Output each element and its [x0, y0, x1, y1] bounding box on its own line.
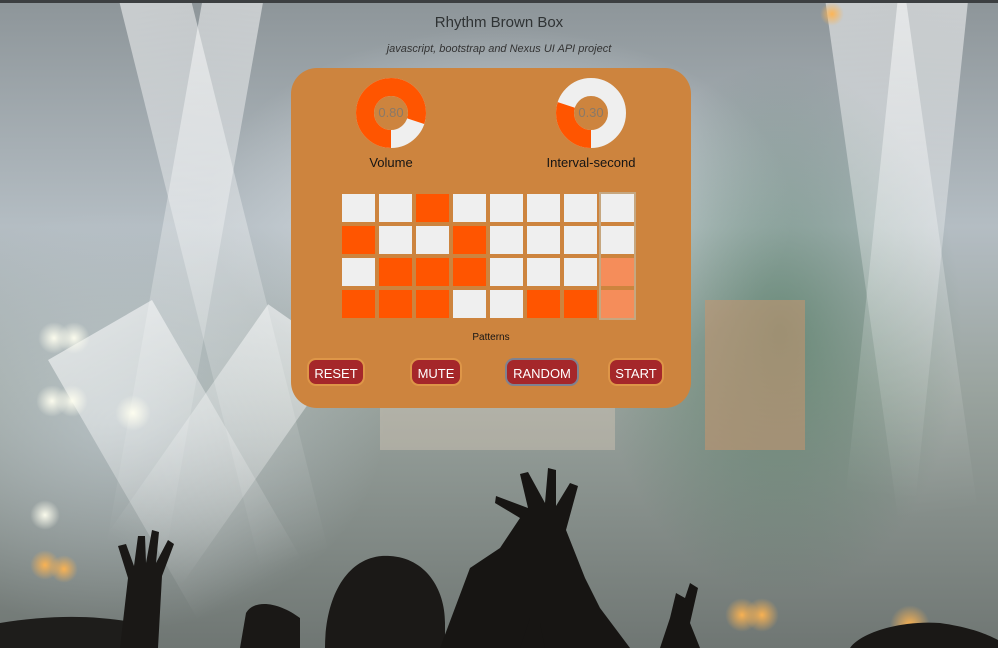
start-button[interactable]: START [608, 358, 664, 386]
mute-button[interactable]: MUTE [410, 358, 462, 386]
pattern-cell[interactable] [490, 290, 523, 318]
volume-value: 0.80 [378, 105, 404, 120]
pattern-cell[interactable] [342, 226, 375, 254]
pattern-cell[interactable] [490, 194, 523, 222]
playhead-column-highlight [599, 192, 636, 320]
pattern-cell[interactable] [453, 290, 486, 318]
pattern-cell[interactable] [416, 258, 449, 286]
pattern-cell[interactable] [527, 258, 560, 286]
pattern-cell[interactable] [416, 290, 449, 318]
pattern-cell[interactable] [379, 226, 412, 254]
volume-label: Volume [369, 155, 413, 170]
pattern-cell[interactable] [453, 258, 486, 286]
interval-dial[interactable]: 0.30 [555, 77, 627, 149]
pattern-cell[interactable] [490, 226, 523, 254]
patterns-label: Patterns [472, 332, 510, 343]
pattern-cell[interactable] [453, 194, 486, 222]
interval-label: Interval-second [546, 155, 636, 170]
pattern-cell[interactable] [342, 258, 375, 286]
pattern-cell[interactable] [453, 226, 486, 254]
pattern-cell[interactable] [564, 290, 597, 318]
reset-button[interactable]: RESET [307, 358, 365, 386]
page-subtitle: javascript, bootstrap and Nexus UI API p… [386, 43, 612, 55]
pattern-cell[interactable] [527, 194, 560, 222]
pattern-cell[interactable] [490, 258, 523, 286]
pattern-cell[interactable] [416, 194, 449, 222]
pattern-cell[interactable] [564, 258, 597, 286]
pattern-cell[interactable] [379, 290, 412, 318]
pattern-cell[interactable] [342, 194, 375, 222]
pattern-cell[interactable] [379, 194, 412, 222]
pattern-cell[interactable] [416, 226, 449, 254]
page-title: Rhythm Brown Box [434, 14, 564, 31]
pattern-cell[interactable] [564, 226, 597, 254]
top-edge-bar [0, 0, 998, 3]
interval-value: 0.30 [578, 105, 604, 120]
pattern-cell[interactable] [527, 290, 560, 318]
rhythm-box-panel: 0.80 Volume 0.30 Interval-second Pattern… [291, 68, 691, 408]
pattern-cell[interactable] [379, 258, 412, 286]
pattern-cell[interactable] [527, 226, 560, 254]
pattern-sequencer-grid [342, 192, 642, 324]
volume-dial[interactable]: 0.80 [355, 77, 427, 149]
pattern-cell[interactable] [342, 290, 375, 318]
pattern-cell[interactable] [564, 194, 597, 222]
random-button[interactable]: RANDOM [505, 358, 579, 386]
